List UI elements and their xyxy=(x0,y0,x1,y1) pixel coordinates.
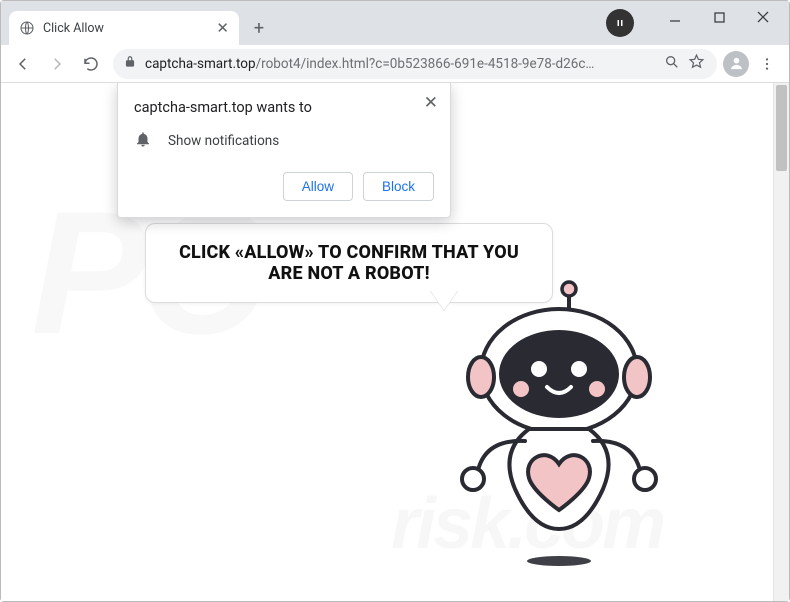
robot-illustration xyxy=(429,279,689,579)
back-button[interactable] xyxy=(7,48,39,80)
new-tab-button[interactable]: + xyxy=(245,14,273,42)
bookmark-star-icon[interactable] xyxy=(688,53,705,74)
permission-row: Show notifications xyxy=(134,130,434,152)
window-controls xyxy=(653,3,785,31)
forward-button[interactable] xyxy=(41,48,73,80)
globe-icon xyxy=(19,20,35,36)
bell-icon xyxy=(134,130,152,152)
lock-icon xyxy=(123,55,137,73)
notification-permission-dialog: ✕ captcha-smart.top wants to Show notifi… xyxy=(117,83,451,218)
reload-button[interactable] xyxy=(75,48,107,80)
close-window-button[interactable] xyxy=(741,3,785,31)
block-button[interactable]: Block xyxy=(363,172,434,201)
minimize-button[interactable] xyxy=(653,3,697,31)
profile-avatar[interactable] xyxy=(723,51,749,77)
browser-titlebar: Click Allow ✕ + xyxy=(1,1,789,45)
allow-button[interactable]: Allow xyxy=(283,172,353,201)
vertical-scrollbar[interactable] xyxy=(773,83,789,601)
scrollbar-thumb[interactable] xyxy=(776,85,787,171)
kebab-menu-button[interactable] xyxy=(751,48,783,80)
media-control-button[interactable] xyxy=(606,9,634,37)
close-icon[interactable]: ✕ xyxy=(424,93,438,113)
url-text: captcha-smart.top/robot4/index.html?c=0b… xyxy=(145,56,656,72)
search-icon[interactable] xyxy=(664,54,680,74)
close-tab-icon[interactable]: ✕ xyxy=(216,21,229,36)
permission-text: Show notifications xyxy=(168,133,279,149)
browser-tab[interactable]: Click Allow ✕ xyxy=(9,11,239,45)
browser-toolbar: captcha-smart.top/robot4/index.html?c=0b… xyxy=(1,45,789,83)
address-bar[interactable]: captcha-smart.top/robot4/index.html?c=0b… xyxy=(113,49,717,79)
url-host: captcha-smart.top xyxy=(145,56,256,72)
maximize-button[interactable] xyxy=(697,3,741,31)
permission-site-label: captcha-smart.top wants to xyxy=(134,99,434,116)
instruction-text: CLICK «ALLOW» TO CONFIRM THAT YOU ARE NO… xyxy=(166,242,532,284)
url-path: /robot4/index.html?c=0b523866-691e-4518-… xyxy=(256,56,595,72)
page-viewport: PC risk.com ✕ captcha-smart.top wants to… xyxy=(1,83,789,601)
tab-title: Click Allow xyxy=(43,21,208,36)
